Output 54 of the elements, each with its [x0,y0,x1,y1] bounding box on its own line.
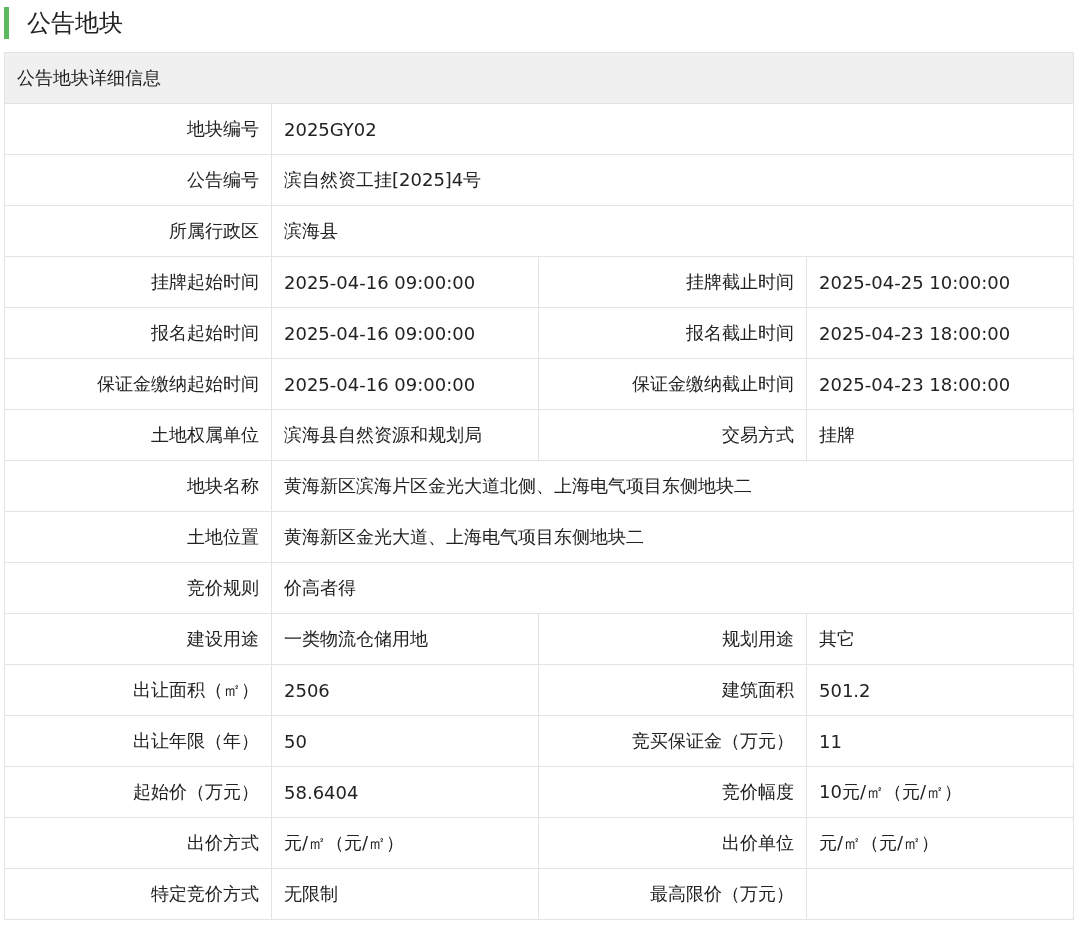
title-accent-bar [4,7,9,39]
value-cell: 2025-04-16 09:00:00 [271,256,539,308]
value-cell: 10元/㎡（元/㎡） [806,766,1074,818]
label-cell: 最高限价（万元） [538,868,807,920]
value-cell: 2506 [271,664,539,716]
value-cell: 黄海新区滨海片区金光大道北侧、上海电气项目东侧地块二 [271,460,1074,512]
value-cell: 无限制 [271,868,539,920]
label-cell: 保证金缴纳起始时间 [4,358,272,410]
value-cell: 滨自然资工挂[2025]4号 [271,154,1074,206]
label-cell: 特定竞价方式 [4,868,272,920]
label-cell: 出让年限（年） [4,715,272,767]
value-cell: 元/㎡（元/㎡） [271,817,539,869]
value-cell: 50 [271,715,539,767]
value-cell: 挂牌 [806,409,1074,461]
label-cell: 交易方式 [538,409,807,461]
value-cell: 元/㎡（元/㎡） [806,817,1074,869]
value-cell: 2025-04-23 18:00:00 [806,358,1074,410]
label-cell: 规划用途 [538,613,807,665]
value-cell: 滨海县 [271,205,1074,257]
label-cell: 地块名称 [4,460,272,512]
label-cell: 土地权属单位 [4,409,272,461]
value-cell: 2025-04-16 09:00:00 [271,358,539,410]
label-cell: 土地位置 [4,511,272,563]
label-cell: 保证金缴纳截止时间 [538,358,807,410]
value-cell: 501.2 [806,664,1074,716]
value-cell: 2025GY02 [271,103,1074,155]
label-cell: 报名截止时间 [538,307,807,359]
label-cell: 挂牌截止时间 [538,256,807,308]
value-cell: 其它 [806,613,1074,665]
label-cell: 挂牌起始时间 [4,256,272,308]
label-cell: 竞价规则 [4,562,272,614]
label-cell: 公告编号 [4,154,272,206]
value-cell: 2025-04-25 10:00:00 [806,256,1074,308]
label-cell: 建筑面积 [538,664,807,716]
value-cell: 58.6404 [271,766,539,818]
label-cell: 建设用途 [4,613,272,665]
label-cell: 地块编号 [4,103,272,155]
page-title: 公告地块 [27,8,123,39]
value-cell: 11 [806,715,1074,767]
label-cell: 出让面积（㎡） [4,664,272,716]
label-cell: 出价单位 [538,817,807,869]
label-cell: 所属行政区 [4,205,272,257]
label-cell: 竞价幅度 [538,766,807,818]
panel-header: 公告地块详细信息 [4,52,1074,104]
label-cell: 出价方式 [4,817,272,869]
value-cell: 价高者得 [271,562,1074,614]
label-cell: 竞买保证金（万元） [538,715,807,767]
label-cell: 报名起始时间 [4,307,272,359]
label-cell: 起始价（万元） [4,766,272,818]
value-cell: 黄海新区金光大道、上海电气项目东侧地块二 [271,511,1074,563]
value-cell: 一类物流仓储用地 [271,613,539,665]
value-cell: 滨海县自然资源和规划局 [271,409,539,461]
value-cell: 2025-04-16 09:00:00 [271,307,539,359]
value-cell: 2025-04-23 18:00:00 [806,307,1074,359]
